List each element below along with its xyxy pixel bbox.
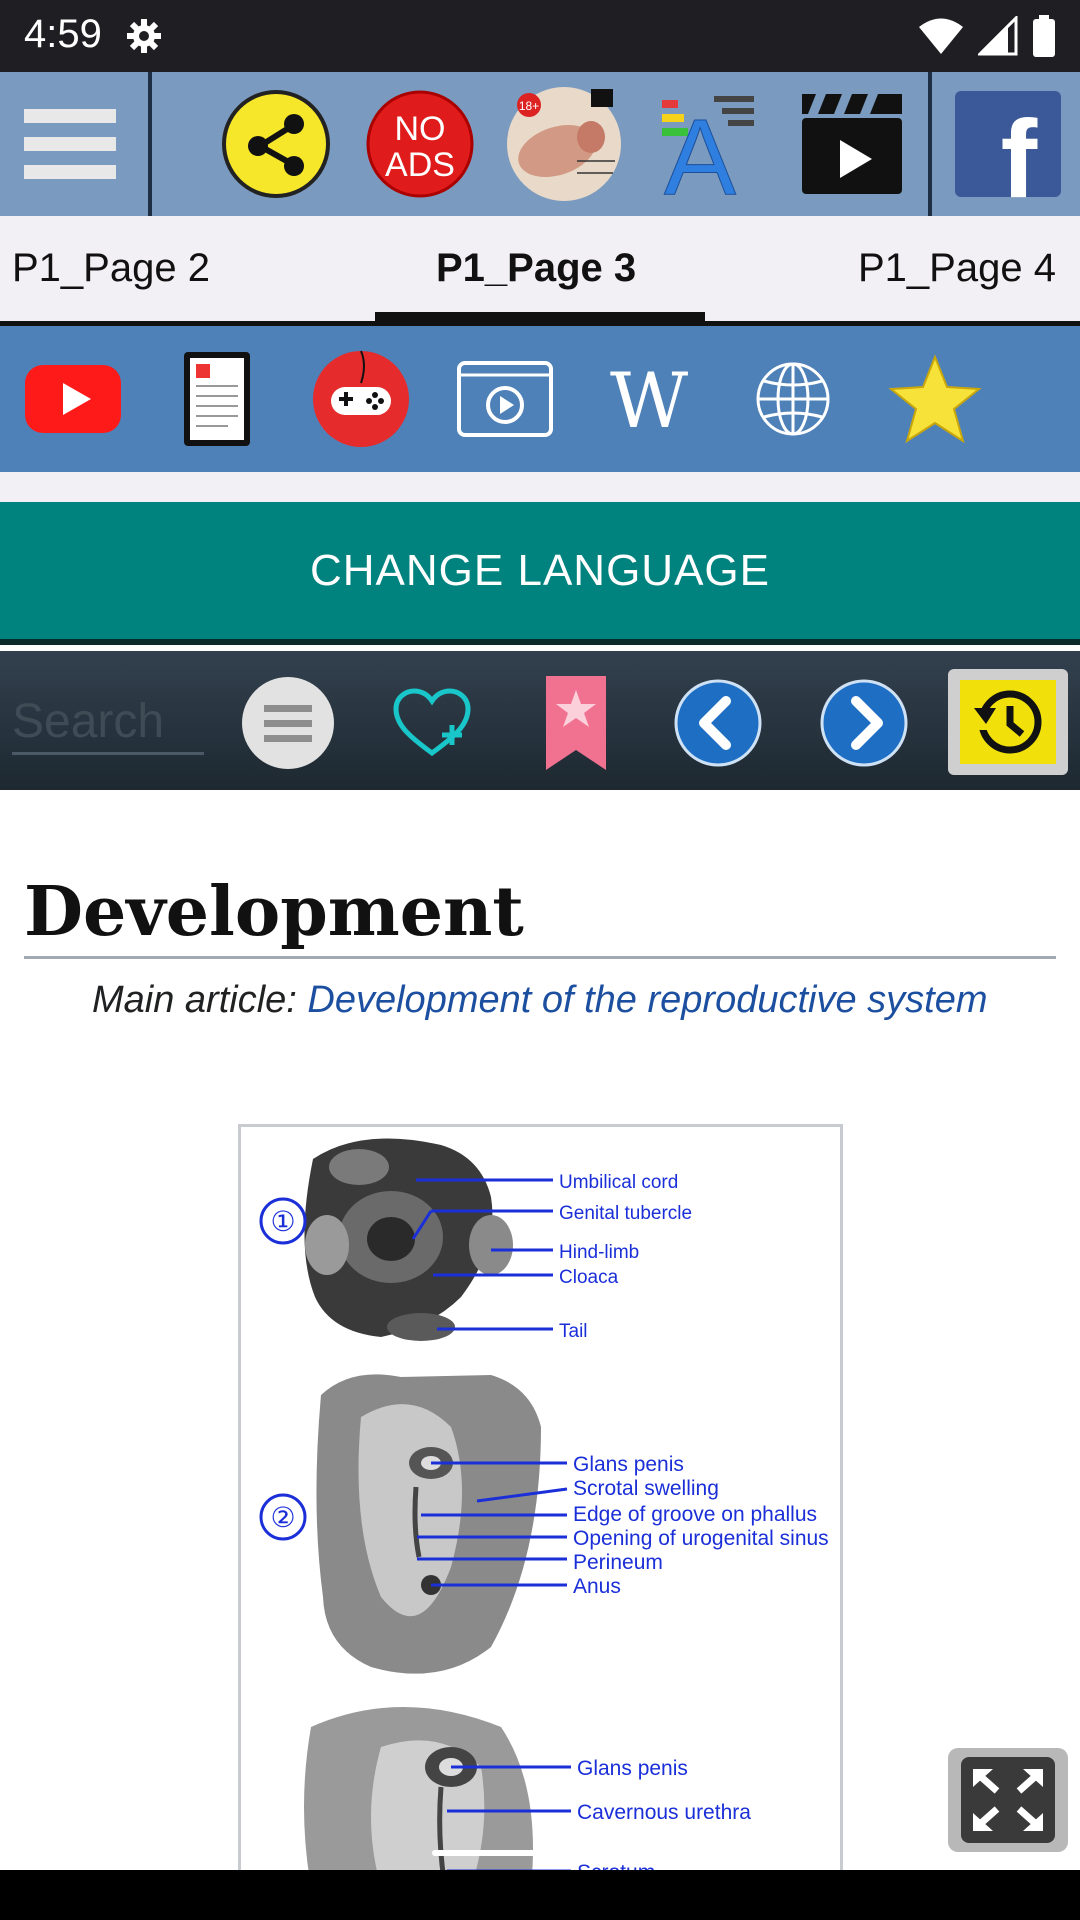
fullscreen-icon [961, 1757, 1055, 1843]
label-perineum: Perineum [573, 1551, 663, 1574]
video-clapper-icon [802, 94, 902, 194]
label-urogenital-sinus: Opening of urogenital sinus [573, 1527, 829, 1550]
embryo-illustration: ① Umbilical cord Genital tubercle Hind-l… [259, 1138, 829, 1881]
forward-button[interactable] [812, 673, 916, 773]
clock: 4:59 [24, 12, 102, 56]
tab-p1-page-3[interactable]: P1_Page 3 [436, 246, 636, 291]
no-ads-text-2: ADS [385, 146, 455, 184]
star-icon [888, 354, 982, 444]
label-scrotal-swelling: Scrotal swelling [573, 1477, 719, 1500]
article-content: Development Main article: Development of… [0, 790, 1080, 1884]
hatnote-prefix: Main article: [92, 979, 308, 1021]
share-button[interactable] [216, 84, 336, 204]
video-player-button[interactable] [450, 346, 560, 452]
tab-p1-page-2[interactable]: P1_Page 2 [12, 246, 210, 291]
screen: 4:59 NO ADS 18+ A f P1_Page 2 P1_Page 3 … [0, 0, 1080, 1920]
anatomy-thumbnail-icon: 18+ [507, 87, 621, 201]
share-icon [222, 90, 330, 198]
section-heading: Development [24, 872, 1056, 959]
label-genital-tubercle: Genital tubercle [559, 1203, 692, 1224]
icon-strip: W [0, 326, 1080, 472]
battery-icon [1033, 15, 1055, 57]
toolbar-divider-2 [928, 72, 932, 216]
back-button[interactable] [666, 673, 770, 773]
search-input[interactable] [12, 691, 204, 755]
label-hind-limb: Hind-limb [559, 1242, 639, 1263]
youtube-button[interactable] [18, 346, 128, 452]
facebook-letter: f [1001, 98, 1038, 199]
anatomy-button[interactable]: 18+ [504, 84, 624, 204]
wiki-letter: W [610, 359, 688, 439]
forward-arrow-icon [820, 679, 908, 767]
toolbar-divider [148, 72, 152, 216]
history-button[interactable] [948, 669, 1068, 775]
list-menu-icon [242, 677, 334, 769]
history-icon [960, 680, 1056, 764]
label-cloaca: Cloaca [559, 1267, 619, 1288]
web-button[interactable] [738, 346, 848, 452]
home-gesture-handle[interactable] [432, 1850, 648, 1856]
navigation-bar [0, 1870, 1080, 1920]
label-glans-penis: Glans penis [573, 1453, 684, 1476]
status-bar: 4:59 [0, 0, 1080, 72]
font-size-button[interactable]: A [648, 84, 768, 204]
games-button[interactable] [306, 346, 416, 452]
adult-badge: 18+ [519, 99, 539, 113]
stage-2-number: ② [270, 1502, 295, 1533]
facebook-button[interactable]: f [948, 84, 1068, 204]
label-umbilical-cord: Umbilical cord [559, 1172, 678, 1193]
signal-icon [978, 16, 1018, 56]
tab-p1-page-4[interactable]: P1_Page 4 [858, 246, 1056, 291]
gamepad-icon [313, 350, 409, 447]
bookmark-icon [546, 676, 606, 770]
facebook-icon: f [955, 91, 1061, 199]
no-ads-icon: NO ADS [366, 90, 474, 198]
gear-icon [127, 19, 161, 53]
ebook-icon [184, 352, 250, 446]
label-cavernous-urethra: Cavernous urethra [577, 1801, 751, 1824]
label-tail: Tail [559, 1321, 588, 1342]
label-edge-of-groove: Edge of groove on phallus [573, 1503, 817, 1526]
hatnote: Main article: Development of the reprodu… [92, 976, 992, 1025]
no-ads-text-1: NO [395, 110, 446, 148]
top-toolbar: NO ADS 18+ A f [0, 72, 1080, 216]
wikipedia-icon: W [610, 359, 688, 439]
page-tabs: P1_Page 2 P1_Page 3 P1_Page 4 [0, 216, 1080, 326]
fullscreen-button[interactable] [948, 1748, 1068, 1852]
back-arrow-icon [674, 679, 762, 767]
menu-icon [24, 109, 116, 179]
no-ads-button[interactable]: NO ADS [360, 84, 480, 204]
label-glans-penis-2: Glans penis [577, 1757, 688, 1780]
bookmark-button[interactable] [524, 673, 628, 773]
system-icons [918, 14, 1056, 58]
active-tab-indicator [375, 312, 705, 326]
youtube-icon [25, 365, 121, 433]
font-size-icon: A [662, 96, 754, 200]
stage-1-number: ① [270, 1206, 295, 1237]
ebook-button[interactable] [162, 346, 272, 452]
add-favorite-button[interactable] [380, 673, 484, 773]
development-figure[interactable]: ① Umbilical cord Genital tubercle Hind-l… [238, 1124, 843, 1884]
list-menu-button[interactable] [236, 673, 340, 773]
spacer [0, 472, 1080, 502]
font-letter: A [664, 96, 736, 200]
label-anus: Anus [573, 1575, 621, 1598]
globe-icon [756, 362, 830, 436]
search-nav-bar [0, 651, 1080, 790]
favorite-add-icon [393, 688, 471, 757]
menu-button[interactable] [10, 84, 130, 204]
change-language-button[interactable]: CHANGE LANGUAGE [0, 502, 1080, 645]
wikipedia-button[interactable]: W [594, 346, 704, 452]
favorites-button[interactable] [880, 346, 990, 452]
video-player-icon [457, 361, 553, 437]
main-article-link[interactable]: Development of the reproductive system [307, 979, 987, 1021]
wifi-icon [919, 18, 963, 54]
video-button[interactable] [792, 84, 912, 204]
